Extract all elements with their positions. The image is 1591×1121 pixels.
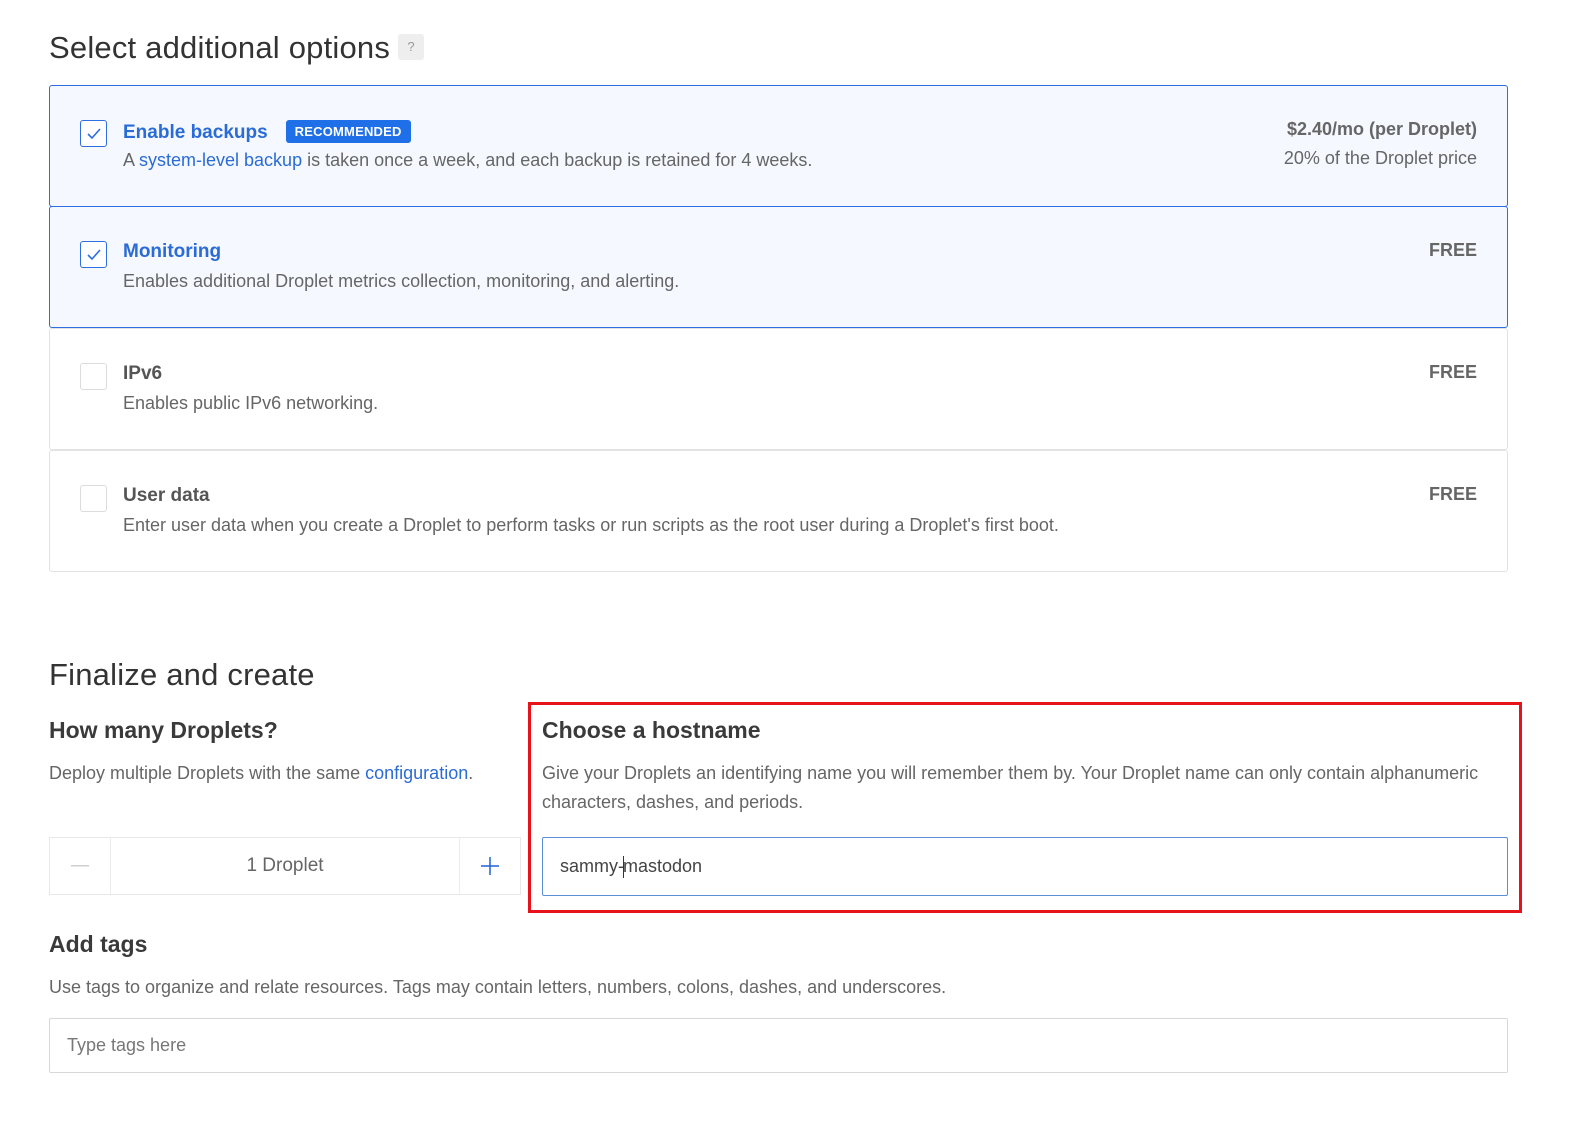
option-title: User data (123, 485, 210, 506)
option-price: $2.40/mo (per Droplet) (1286, 119, 1477, 139)
option-backups[interactable]: Enable backups RECOMMENDED A system-level… (49, 85, 1508, 207)
checkmark-icon (87, 128, 101, 140)
ipv6-checkbox[interactable] (80, 363, 107, 390)
tags-description: Use tags to organize and relate resource… (49, 977, 947, 997)
option-title: Enable backups RECOMMENDED (123, 120, 411, 144)
option-description: Enables additional Droplet metrics colle… (123, 271, 680, 291)
user-data-checkbox[interactable] (80, 485, 107, 512)
desc-suffix: . (468, 763, 474, 783)
backups-title: Enable backups (123, 122, 268, 143)
option-price-note: 20% of the Droplet price (1283, 148, 1477, 168)
droplet-quantity-stepper[interactable]: 1 Droplet (49, 837, 521, 895)
droplet-count-value: 1 Droplet (111, 838, 459, 894)
additional-options-title: Select additional options? (49, 30, 425, 66)
tags-placeholder: Type tags here (67, 1035, 187, 1055)
increment-button[interactable] (459, 838, 520, 894)
tags-input[interactable]: Type tags here (49, 1018, 1508, 1073)
tags-heading: Add tags (49, 931, 148, 957)
droplet-unit: Droplet (262, 855, 324, 876)
droplet-count-description: Deploy multiple Droplets with the same c… (49, 759, 473, 788)
decrement-button[interactable] (50, 838, 111, 894)
minus-icon (71, 865, 89, 867)
help-icon[interactable]: ? (398, 33, 425, 60)
option-ipv6[interactable]: IPv6 Enables public IPv6 networking. FRE… (49, 328, 1508, 450)
hostname-heading: Choose a hostname (542, 717, 761, 743)
hostname-description: Give your Droplets an identifying name y… (542, 763, 1479, 812)
hostname-value-end: mastodon (623, 856, 703, 876)
monitoring-checkbox[interactable] (80, 241, 107, 268)
option-price: FREE (1428, 240, 1477, 260)
option-monitoring[interactable]: Monitoring Enables additional Droplet me… (49, 206, 1508, 328)
droplet-count-heading: How many Droplets? (49, 717, 278, 743)
hostname-input[interactable]: sammy-mastodon (542, 837, 1508, 896)
hostname-value-start: sammy- (560, 856, 624, 876)
option-description: Enables public IPv6 networking. (123, 393, 379, 413)
option-title: Monitoring (123, 241, 222, 262)
recommended-badge: RECOMMENDED (285, 120, 411, 143)
desc-prefix: A (123, 150, 140, 170)
option-price: FREE (1428, 484, 1477, 504)
finalize-title: Finalize and create (49, 657, 315, 692)
plus-icon (481, 857, 499, 875)
option-price: FREE (1428, 362, 1477, 382)
desc-suffix: is taken once a week, and each backup is… (302, 150, 813, 170)
configuration-link[interactable]: configuration (365, 763, 468, 783)
desc-prefix: Deploy multiple Droplets with the same (49, 763, 366, 783)
backups-checkbox[interactable] (80, 120, 107, 147)
droplet-count: 1 (246, 855, 258, 876)
checkmark-icon (87, 249, 101, 261)
option-user-data[interactable]: User data Enter user data when you creat… (49, 450, 1508, 572)
additional-options-title-text: Select additional options (49, 30, 391, 65)
system-level-backup-link[interactable]: system-level backup (139, 150, 302, 170)
option-title: IPv6 (123, 363, 163, 384)
option-description: Enter user data when you create a Drople… (123, 515, 1059, 535)
option-description: A system-level backup is taken once a we… (123, 150, 812, 171)
